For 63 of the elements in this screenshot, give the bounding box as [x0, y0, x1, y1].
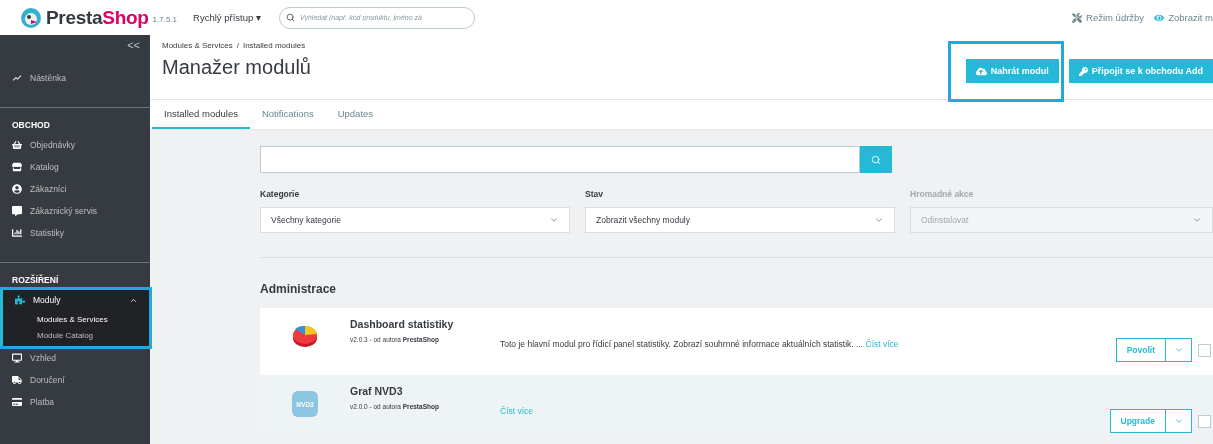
credit-card-icon — [12, 397, 22, 407]
module-name: Dashboard statistiky — [350, 318, 455, 330]
puzzle-icon — [15, 295, 25, 305]
chevron-down-icon — [874, 215, 884, 225]
collapse-button[interactable]: << — [117, 35, 150, 51]
module-search-field[interactable] — [260, 146, 860, 173]
chevron-down-icon — [549, 215, 559, 225]
breadcrumb-link[interactable]: Modules & Services — [162, 41, 233, 50]
truck-icon — [12, 375, 22, 385]
chevron-down-icon — [1173, 416, 1184, 426]
store-icon — [12, 162, 22, 172]
user-icon — [12, 184, 22, 194]
sidebar-item[interactable]: Platba — [0, 391, 150, 413]
sidebar-item[interactable]: Zákaznický servis — [0, 200, 150, 222]
maintenance-link[interactable]: Režim údržby — [1072, 12, 1145, 23]
pie-chart-icon — [292, 324, 318, 348]
sidebar-item[interactable]: Katalog — [0, 156, 150, 178]
version-label: 1.7.5.1 — [152, 15, 178, 24]
action-dropdown-button[interactable] — [1166, 338, 1192, 362]
eye-icon — [1154, 12, 1165, 23]
key-icon — [1078, 66, 1088, 76]
sidebar-item[interactable]: Vzhled — [0, 347, 150, 369]
sidebar-item[interactable]: Nástěnka — [0, 67, 150, 89]
filter-label: Kategorie — [260, 189, 301, 199]
filter-select[interactable]: Všechny kategorie — [260, 207, 570, 233]
chevron-down-icon — [1173, 345, 1184, 355]
logo-icon — [20, 6, 42, 29]
filter-label: Hromadné akce — [910, 189, 975, 199]
checkbox[interactable] — [1198, 343, 1211, 357]
sidebar-subitem[interactable]: Modules & Services — [3, 311, 150, 327]
module-name: Graf NVD3 — [350, 385, 404, 397]
quick-access-menu[interactable]: Rychlý přístup ▾ — [193, 12, 261, 23]
search-icon — [871, 154, 881, 165]
sidebar-item[interactable]: Doručení — [0, 369, 150, 391]
chevron-down-icon — [1192, 215, 1202, 225]
search-icon — [285, 12, 295, 22]
sidebar-subitem[interactable]: Module Catalog — [3, 327, 150, 343]
view-shop-link[interactable]: Zobrazit m — [1154, 12, 1213, 23]
tab[interactable]: Updates — [325, 100, 386, 129]
breadcrumb-separator: / — [236, 41, 239, 50]
sidebar-section-title: OBCHOD — [11, 119, 51, 132]
sidebar-item[interactable]: Statistiky — [0, 222, 150, 244]
trend-line-icon — [12, 73, 22, 83]
search-button[interactable] — [860, 146, 892, 173]
monitor-icon — [12, 353, 22, 363]
breadcrumb-link[interactable]: Installed modules — [242, 41, 306, 50]
sidebar-item[interactable]: Objednávky — [0, 134, 150, 156]
filter-select[interactable]: Zobrazit všechny moduly — [585, 207, 895, 233]
logo-text: PrestaShop — [46, 6, 149, 29]
chat-icon — [12, 206, 22, 216]
sidebar-section-title: ROZŠÍŘENÍ — [11, 273, 60, 287]
cloud-upload-icon — [975, 65, 987, 77]
page-title: Manažer modulů — [162, 56, 311, 79]
module-description: Toto je hlavní modul pro řídicí panel statistiky. Zobrazí souhrnné informace aktuálních statistik. ... Číst více — [500, 339, 899, 349]
tab[interactable]: Notifications — [249, 100, 326, 129]
section-title: Administrace — [260, 282, 338, 296]
action-dropdown-button[interactable] — [1166, 409, 1192, 433]
bar-chart-icon — [12, 228, 22, 238]
filter-label: Stav — [585, 189, 604, 199]
basket-icon — [12, 140, 22, 150]
checkbox[interactable] — [1198, 414, 1211, 428]
wrench-icon — [1072, 12, 1083, 23]
sidebar-item[interactable]: Zákazníci — [0, 178, 150, 200]
